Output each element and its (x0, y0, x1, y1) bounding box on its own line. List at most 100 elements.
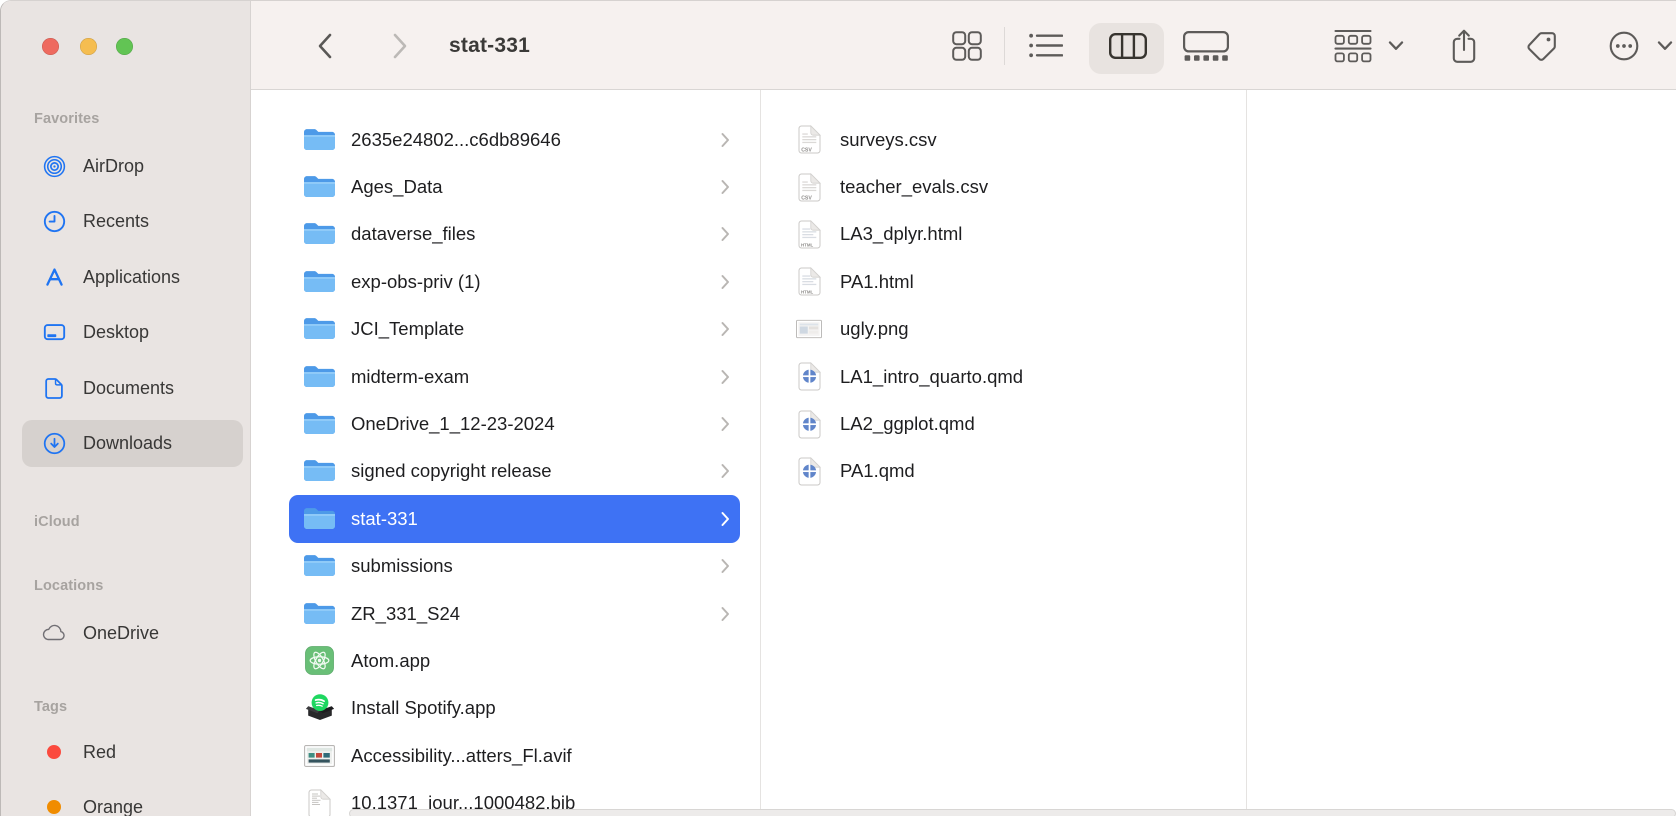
file-row[interactable]: Accessibility...atters_Fl.avif (289, 732, 740, 779)
chevron-right-icon (721, 606, 730, 621)
file-row[interactable]: Install Spotify.app (289, 685, 740, 732)
close-button[interactable] (42, 38, 59, 55)
chevron-right-icon (721, 227, 730, 242)
file-row-selected[interactable]: stat-331 (289, 495, 740, 542)
toolbar: stat-331 (251, 1, 1676, 90)
file-name: dataverse_files (351, 223, 475, 245)
folder-icon (303, 269, 336, 295)
sidebar-item-onedrive[interactable]: OneDrive (1, 615, 251, 651)
file-row[interactable]: ZR_331_S24 (289, 590, 740, 637)
group-dropdown-chevron-icon[interactable] (1388, 41, 1404, 51)
sidebar-item-recents[interactable]: Recents (1, 203, 251, 239)
csv-file-icon: CSV (796, 125, 822, 154)
file-row[interactable]: HTML PA1.html (761, 258, 1246, 305)
file-name: ZR_331_S24 (351, 603, 460, 625)
file-row[interactable]: PA1.qmd (761, 448, 1246, 495)
file-name: signed copyright release (351, 460, 552, 482)
sidebar: Favorites AirDrop Recents (1, 1, 251, 816)
icon-view-button[interactable] (952, 31, 982, 61)
file-name: PA1.html (840, 271, 914, 293)
zoom-button[interactable] (116, 38, 133, 55)
more-options-button[interactable] (1608, 30, 1640, 62)
chevron-right-icon (721, 132, 730, 147)
image-thumbnail-icon (303, 745, 336, 767)
folder-icon (303, 553, 336, 579)
column-3-empty (1247, 90, 1676, 816)
file-row[interactable]: ugly.png (761, 306, 1246, 353)
chevron-right-icon (721, 274, 730, 289)
sidebar-item-desktop[interactable]: Desktop (1, 314, 251, 350)
cloud-icon (41, 620, 67, 646)
file-row[interactable]: HTML LA3_dplyr.html (761, 211, 1246, 258)
csv-file-icon: CSV (796, 173, 822, 202)
file-row[interactable]: submissions (289, 543, 740, 590)
bib-document-icon (303, 789, 336, 816)
chevron-right-icon (721, 511, 730, 526)
more-dropdown-chevron-icon[interactable] (1657, 41, 1673, 51)
file-row[interactable]: OneDrive_1_12-23-2024 (289, 400, 740, 447)
chevron-right-icon (721, 322, 730, 337)
sidebar-item-downloads[interactable]: Downloads (1, 425, 251, 461)
sidebar-item-airdrop[interactable]: AirDrop (1, 148, 251, 184)
sidebar-section-favorites: Favorites (34, 108, 99, 130)
file-name: surveys.csv (840, 129, 937, 151)
minimize-button[interactable] (80, 38, 97, 55)
tag-button[interactable] (1524, 28, 1560, 64)
file-name: PA1.qmd (840, 460, 915, 482)
quarto-file-icon (796, 362, 822, 391)
column-view-button[interactable] (1109, 33, 1147, 59)
file-name: teacher_evals.csv (840, 176, 988, 198)
file-row[interactable]: Ages_Data (289, 163, 740, 210)
file-name: LA2_ggplot.qmd (840, 413, 975, 435)
file-row[interactable]: LA1_intro_quarto.qmd (761, 353, 1246, 400)
file-name: midterm-exam (351, 366, 469, 388)
finder-window: Favorites AirDrop Recents (0, 0, 1676, 816)
html-file-icon: HTML (796, 220, 822, 249)
horizontal-scrollbar-thumb[interactable] (349, 809, 1676, 816)
file-name: LA1_intro_quarto.qmd (840, 366, 1023, 388)
file-row[interactable]: dataverse_files (289, 211, 740, 258)
sidebar-item-tag-orange[interactable]: Orange (1, 789, 251, 816)
forward-button[interactable] (392, 33, 408, 59)
download-circle-icon (41, 430, 67, 456)
quarto-file-icon (796, 410, 822, 439)
file-row[interactable]: Atom.app (289, 637, 740, 684)
airdrop-icon (41, 153, 67, 179)
sidebar-item-tag-red[interactable]: Red (1, 734, 251, 770)
sidebar-item-label: AirDrop (83, 156, 144, 177)
file-row[interactable]: LA2_ggplot.qmd (761, 400, 1246, 447)
folder-icon (303, 601, 336, 627)
clock-icon (41, 208, 67, 234)
file-browser-columns: 2635e24802...c6db89646 Ages_Data dataver… (251, 90, 1676, 816)
sidebar-item-applications[interactable]: Applications (1, 259, 251, 295)
folder-icon (303, 458, 336, 484)
file-name: Atom.app (351, 650, 430, 672)
sidebar-item-documents[interactable]: Documents (1, 370, 251, 406)
file-row[interactable]: 2635e24802...c6db89646 (289, 116, 740, 163)
sidebar-item-label: Downloads (83, 433, 172, 454)
window-title: stat-331 (449, 1, 530, 90)
sidebar-item-label: OneDrive (83, 623, 159, 644)
gallery-view-button[interactable] (1183, 31, 1229, 61)
file-row[interactable]: CSV surveys.csv (761, 116, 1246, 163)
column-1: 2635e24802...c6db89646 Ages_Data dataver… (251, 90, 761, 816)
desktop-icon (41, 319, 67, 345)
file-row[interactable]: exp-obs-priv (1) (289, 258, 740, 305)
file-row[interactable]: signed copyright release (289, 448, 740, 495)
file-name: Install Spotify.app (351, 697, 496, 719)
file-name: LA3_dplyr.html (840, 223, 962, 245)
chevron-right-icon (721, 417, 730, 432)
file-name: Ages_Data (351, 176, 443, 198)
chevron-right-icon (721, 369, 730, 384)
file-row[interactable]: CSV teacher_evals.csv (761, 163, 1246, 210)
file-row[interactable]: JCI_Template (289, 306, 740, 353)
sidebar-item-label: Recents (83, 211, 149, 232)
list-view-button[interactable] (1029, 33, 1063, 58)
svg-text:HTML: HTML (801, 242, 814, 247)
file-row[interactable]: midterm-exam (289, 353, 740, 400)
svg-text:CSV: CSV (801, 147, 812, 153)
back-button[interactable] (317, 33, 333, 59)
share-button[interactable] (1449, 28, 1479, 64)
group-items-button[interactable] (1334, 29, 1372, 63)
svg-text:HTML: HTML (801, 290, 814, 295)
